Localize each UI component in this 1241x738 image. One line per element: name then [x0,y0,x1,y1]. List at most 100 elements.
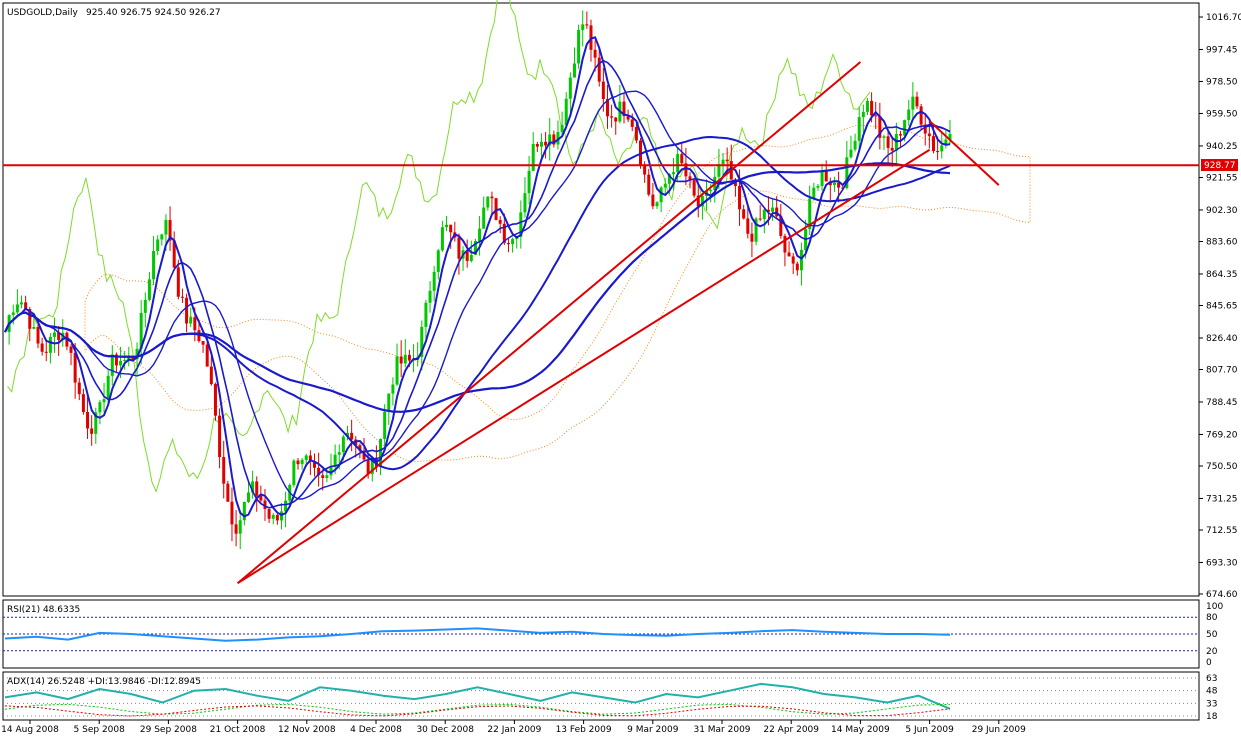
candle-body [222,457,226,484]
candle-body [890,147,894,151]
candle-body [321,475,325,478]
candle-body [98,402,102,413]
date-tick-label: 31 Mar 2009 [693,725,750,735]
price-tick-label: 712.55 [1206,526,1238,536]
candle-body [663,183,667,188]
price-tick-label: 921.55 [1206,173,1238,183]
candle-body [189,317,193,324]
candle-body [123,359,127,361]
current-price-label: 928.77 [1204,161,1236,171]
candle-body [48,336,52,353]
candle-body [383,411,387,439]
candle-body [572,63,576,78]
candle-body [432,271,436,291]
candle-body [86,412,90,429]
candle-body [296,460,300,465]
price-tick-label: 1016.70 [1206,13,1241,23]
rsi-title: RSI(21) 48.6335 [7,605,80,615]
price-tick-label: 883.60 [1206,237,1238,247]
candle-body [226,483,230,502]
candle-body [634,126,638,141]
date-tick-label: 29 Jun 2009 [972,725,1026,735]
candle-body [898,134,902,136]
candle-body [341,436,345,453]
candle-body [201,341,205,345]
candle-body [676,154,680,173]
candle-body [119,360,123,366]
candle-body [936,151,940,153]
candle-body [610,116,614,118]
adx-tick-label: 18 [1206,712,1218,722]
candle-body [643,165,647,175]
candle-body [428,290,432,303]
candle-body [267,508,271,519]
candle-body [853,140,857,150]
candle-body [651,194,655,207]
candle-body [762,209,766,219]
candle-body [655,202,659,207]
candle-body [69,346,73,353]
candle-body [672,172,676,175]
candle-body [511,239,515,245]
candle-body [271,514,275,519]
candle-body [32,327,36,329]
candle-body [498,219,502,224]
candle-body [403,354,407,364]
candle-body [482,207,486,229]
candle-body [630,119,634,127]
price-tick-label: 788.45 [1206,398,1238,408]
price-tick-label: 940.25 [1206,142,1238,152]
candle-body [275,514,279,521]
candle-body [861,111,865,118]
candle-body [758,218,762,220]
candle-body [585,24,589,26]
candle-body [40,343,44,352]
candle-body [771,207,775,212]
date-tick-label: 14 May 2009 [831,725,890,735]
candle-body [886,136,890,148]
candle-body [395,356,399,385]
chart-canvas: 1016.70 997.45 978.50 959.50 940.25 921.55 902… [1,0,1241,735]
candle-body [106,375,110,400]
candle-body [205,344,209,367]
candle-body [185,297,189,324]
date-tick-label: 22 Apr 2009 [763,725,819,735]
candle-body [506,242,510,245]
date-tick-label: 9 Mar 2009 [627,725,679,735]
candle-body [180,296,184,298]
candle-body [746,218,750,234]
price-tick-label: 769.20 [1206,430,1238,440]
candle-body [614,117,618,122]
candle-body [238,520,242,534]
adx-tick-label: 33 [1206,699,1217,709]
candle-body [218,415,222,458]
candle-body [820,170,824,186]
rsi-tick-label: 100 [1206,602,1223,612]
candle-body [721,159,725,165]
candle-body [73,352,77,383]
candle-body [407,354,411,361]
candle-body [849,149,853,158]
candle-body [577,29,581,64]
candle-body [304,455,308,460]
price-tick-label: 997.45 [1206,45,1238,55]
candle-body [568,77,572,99]
date-tick-label: 5 Sep 2008 [74,725,126,735]
candle-body [911,96,915,110]
candle-body [535,144,539,147]
price-tick-label: 807.70 [1206,366,1238,376]
candle-body [903,120,907,136]
price-tick-label: 693.30 [1206,558,1238,568]
date-tick-label: 22 Jan 2009 [487,725,541,735]
candle-body [337,452,341,455]
candle-body [791,256,795,264]
price-tick-label: 902.30 [1206,206,1238,216]
date-tick-label: 14 Aug 2008 [1,725,59,735]
candle-body [738,185,742,210]
price-tick-label: 826.40 [1206,334,1238,344]
candle-body [882,136,886,138]
candle-body [44,351,48,353]
candle-body [870,100,874,116]
candle-body [919,106,923,125]
candle-body [292,460,296,485]
